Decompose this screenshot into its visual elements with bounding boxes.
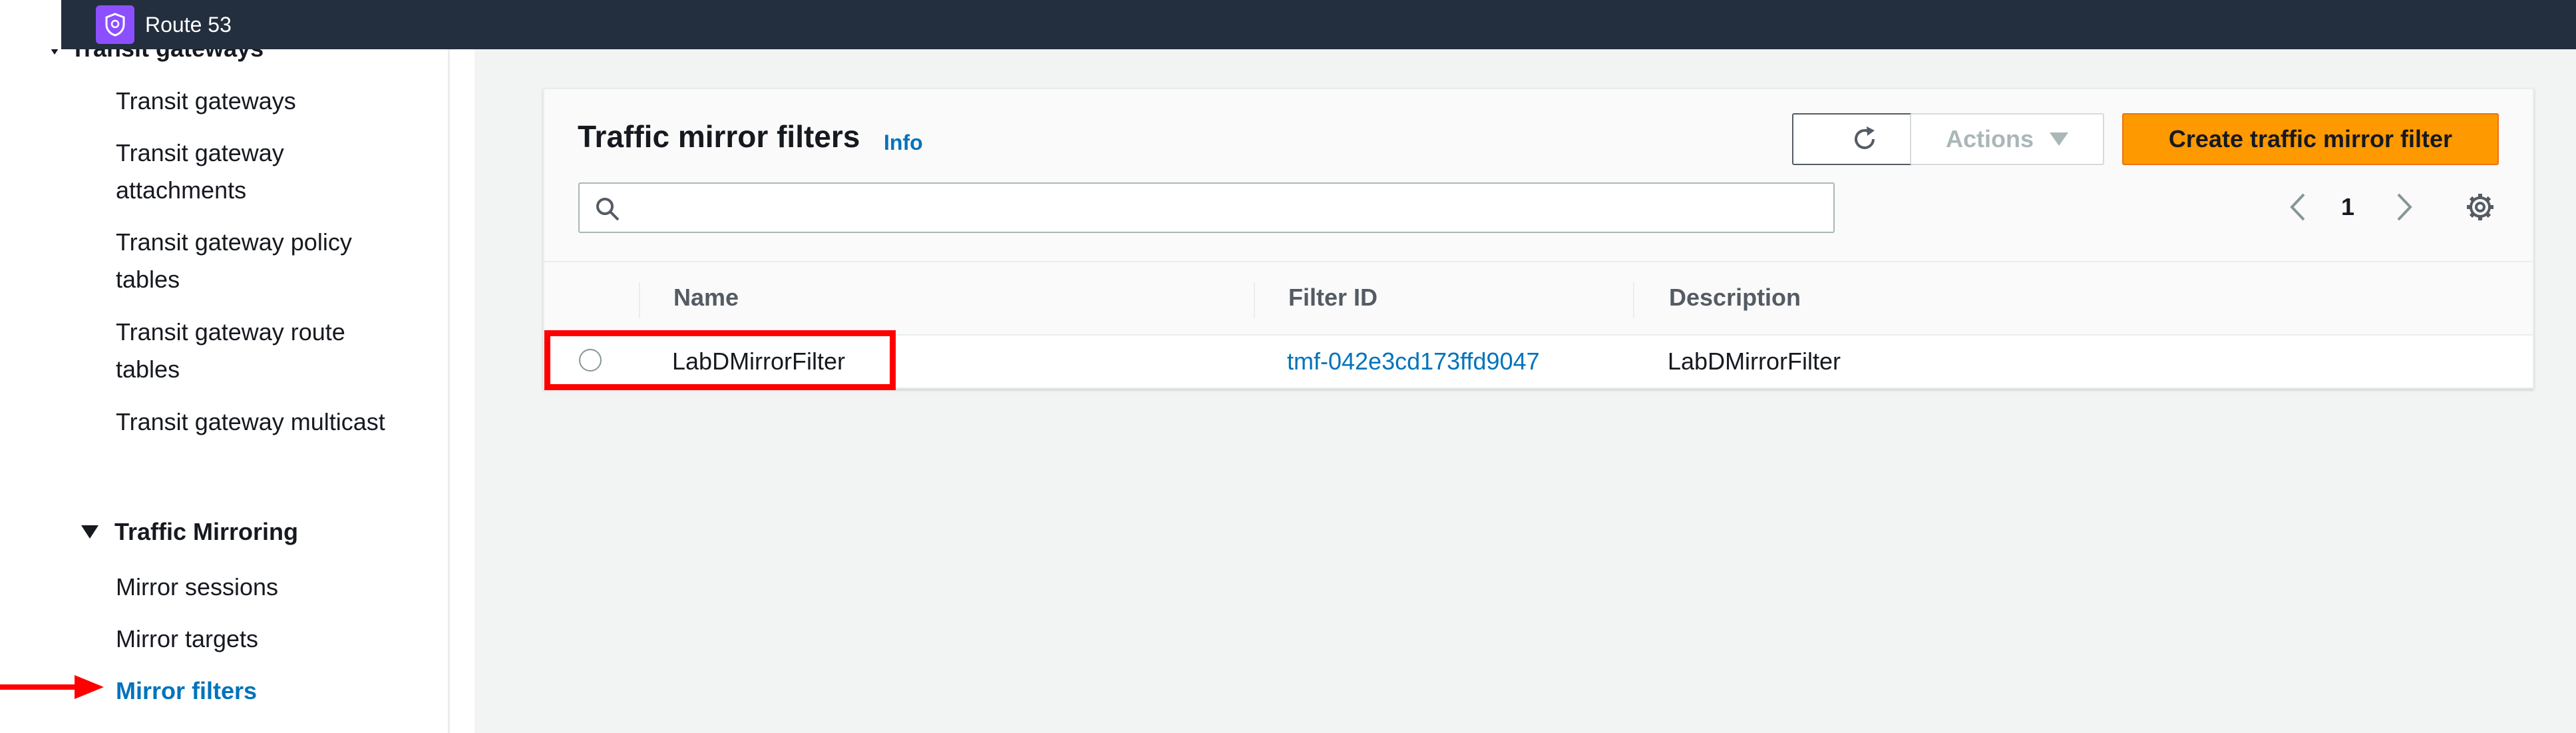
caret-down-icon [2050,132,2068,146]
sidebar-section-traffic-mirroring[interactable]: Traffic Mirroring [81,518,298,546]
actions-dropdown-button[interactable]: Actions [1910,113,2104,165]
info-link[interactable]: Info [884,130,923,155]
page-number[interactable]: 1 [2341,193,2354,221]
gear-icon[interactable] [2465,192,2495,222]
chevron-right-icon[interactable] [2390,190,2417,224]
sidebar-item-mirror-sessions[interactable]: Mirror sessions [116,569,409,606]
red-arrow-annotation [0,675,104,699]
caret-down-icon [47,49,63,55]
page-title: Traffic mirror filters [578,119,860,154]
create-traffic-mirror-filter-button[interactable]: Create traffic mirror filter [2122,113,2499,165]
column-header-description[interactable]: Description [1669,284,1801,312]
table-header: Name Filter ID Description [544,261,2533,334]
top-bar: Route 53 [61,0,2576,49]
sidebar-item-transit-gateway-policy-tables[interactable]: Transit gateway policy tables [116,224,409,298]
chevron-left-icon[interactable] [2285,190,2312,224]
sidebar-section-label: Transit gateways [71,49,264,63]
actions-label: Actions [1945,125,2034,152]
sidebar-section-transit-gateways[interactable]: Transit gateways [47,49,264,63]
column-divider[interactable] [1254,282,1255,318]
column-divider[interactable] [1633,282,1634,318]
sidebar-item-mirror-targets[interactable]: Mirror targets [116,620,409,658]
sidebar-section-label: Traffic Mirroring [114,518,299,545]
sidebar-nav: Transit gateways Transit gateways Transi… [0,49,450,733]
column-header-filter-id[interactable]: Filter ID [1288,284,1378,312]
row-description: LabDMirrorFilter [1668,348,1841,375]
sidebar-item-transit-gateways[interactable]: Transit gateways [116,83,409,120]
sidebar-item-transit-gateway-multicast[interactable]: Transit gateway multicast [116,403,409,441]
row-filter-id-link[interactable]: tmf-042e3cd173ffd9047 [1287,348,1540,375]
red-highlight-annotation [544,330,896,390]
sidebar-item-transit-gateway-route-tables[interactable]: Transit gateway route tables [116,314,409,388]
search-input[interactable] [578,182,1835,233]
sidebar-item-mirror-filters[interactable]: Mirror filters [116,672,409,710]
column-divider [639,282,640,318]
sidebar-item-transit-gateway-attachments[interactable]: Transit gateway attachments [116,134,409,209]
route53-shield-icon[interactable] [96,5,134,44]
column-header-name[interactable]: Name [673,284,739,312]
search-icon [596,198,620,221]
caret-down-icon [81,525,98,539]
service-name[interactable]: Route 53 [145,13,232,37]
refresh-icon [1855,126,1875,149]
